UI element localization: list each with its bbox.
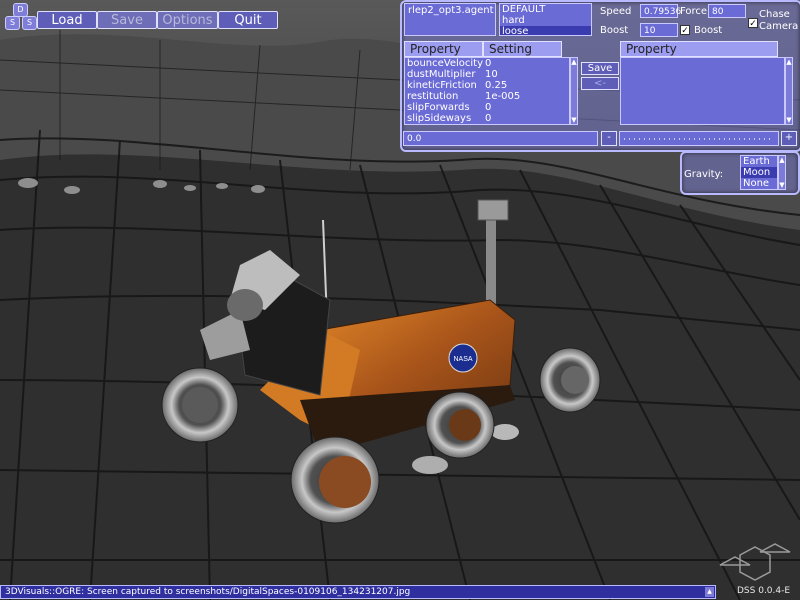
scroll-up-arrow-icon[interactable]: ▲ (571, 58, 577, 66)
logo-hex-d: D (13, 3, 28, 17)
profile-item[interactable]: hard (500, 15, 591, 26)
property-name: kineticFriction (407, 80, 477, 91)
speed-field[interactable]: 0.79536 (640, 4, 681, 18)
profile-item[interactable]: DEFAULT (500, 4, 591, 15)
scroll-down-arrow-icon[interactable]: ▼ (571, 116, 577, 124)
boost-label: Boost (600, 25, 629, 36)
value-edit-field[interactable]: 0.0 (403, 131, 598, 146)
dss-logo: D S S (2, 3, 38, 31)
boost-field[interactable]: 10 (640, 23, 678, 37)
profile-item-selected[interactable]: loose (500, 26, 591, 35)
agent-file-field[interactable]: rlep2_opt3.agent (404, 3, 496, 36)
force-label: Force (680, 6, 708, 17)
right-list-scrollbar[interactable]: ▲ ▼ (785, 57, 793, 125)
profile-list[interactable]: DEFAULT hard loose (499, 3, 592, 36)
chase-camera-checkbox[interactable]: ✓ (748, 18, 758, 29)
chase-camera-label: Chase Camera (759, 9, 799, 32)
right-property-list[interactable] (620, 57, 785, 125)
property-row[interactable]: restitution 1e-005 (405, 91, 569, 102)
gravity-list-scrollbar[interactable]: ▲ ▼ (778, 155, 786, 190)
quit-button[interactable]: Quit (218, 11, 278, 29)
property-table[interactable]: bounceVelocity 0 dustMultiplier 10 kinetic… (404, 57, 570, 125)
property-name: restitution (407, 91, 459, 102)
property-name: bounceVelocity (407, 58, 484, 69)
status-bar: 3DVisuals::OGRE: Screen captured to scre… (0, 585, 716, 599)
logo-hex-s1: S (5, 16, 20, 30)
options-button[interactable]: Options (157, 11, 218, 29)
property-table-scrollbar[interactable]: ▲ ▼ (570, 57, 578, 125)
load-button[interactable]: Load (37, 11, 97, 29)
right-property-column-header[interactable]: Property (620, 41, 778, 57)
decrement-button[interactable]: - (601, 131, 617, 146)
scroll-up-arrow-icon[interactable]: ▲ (779, 156, 785, 164)
property-name: slipForwards (407, 102, 470, 113)
scroll-down-arrow-icon[interactable]: ▼ (786, 116, 792, 124)
property-row[interactable]: slipForwards 0 (405, 102, 569, 113)
property-value: 10 (485, 69, 498, 80)
value-slider[interactable] (619, 131, 779, 146)
save-menu-button[interactable]: Save (97, 11, 157, 29)
gravity-list[interactable]: Earth Moon None (740, 155, 778, 190)
setting-column-header[interactable]: Setting (483, 41, 562, 57)
property-value: 0.25 (485, 80, 508, 91)
property-column-header[interactable]: Property (404, 41, 483, 57)
back-arrow-button[interactable]: <- (581, 77, 619, 90)
increment-button[interactable]: + (781, 131, 797, 146)
gravity-option-selected[interactable]: Moon (741, 167, 777, 178)
scroll-down-arrow-icon[interactable]: ▼ (779, 181, 785, 189)
gravity-option[interactable]: None (741, 178, 777, 189)
property-value: 0 (485, 58, 492, 69)
svg-text:NASA: NASA (453, 356, 472, 363)
property-name: dustMultiplier (407, 69, 476, 80)
boost-checkbox-label: Boost (694, 25, 723, 36)
property-name: slipSideways (407, 113, 472, 124)
gravity-label: Gravity: (684, 169, 724, 180)
property-row[interactable]: kineticFriction 0.25 (405, 80, 569, 91)
property-row[interactable]: bounceVelocity 0 (405, 58, 569, 69)
save-property-button[interactable]: Save (581, 62, 619, 75)
slider-track (624, 138, 774, 140)
speed-label: Speed (600, 6, 632, 17)
version-label: DSS 0.0.4-E (737, 586, 791, 596)
status-message: 3DVisuals::OGRE: Screen captured to scre… (5, 587, 411, 597)
property-value: 1e-005 (485, 91, 521, 102)
property-row[interactable]: dustMultiplier 10 (405, 69, 569, 80)
property-value: 0 (485, 102, 492, 113)
gravity-option[interactable]: Earth (741, 156, 777, 167)
logo-hex-s2: S (22, 16, 37, 30)
property-value: 0 (485, 113, 492, 124)
scroll-up-arrow-icon[interactable]: ▲ (786, 58, 792, 66)
force-field[interactable]: 80 (708, 4, 746, 18)
status-scroll-arrow-icon[interactable]: ▲ (705, 587, 714, 597)
boost-checkbox[interactable]: ✓ (680, 25, 690, 36)
property-row[interactable]: slipSideways 0 (405, 113, 569, 124)
